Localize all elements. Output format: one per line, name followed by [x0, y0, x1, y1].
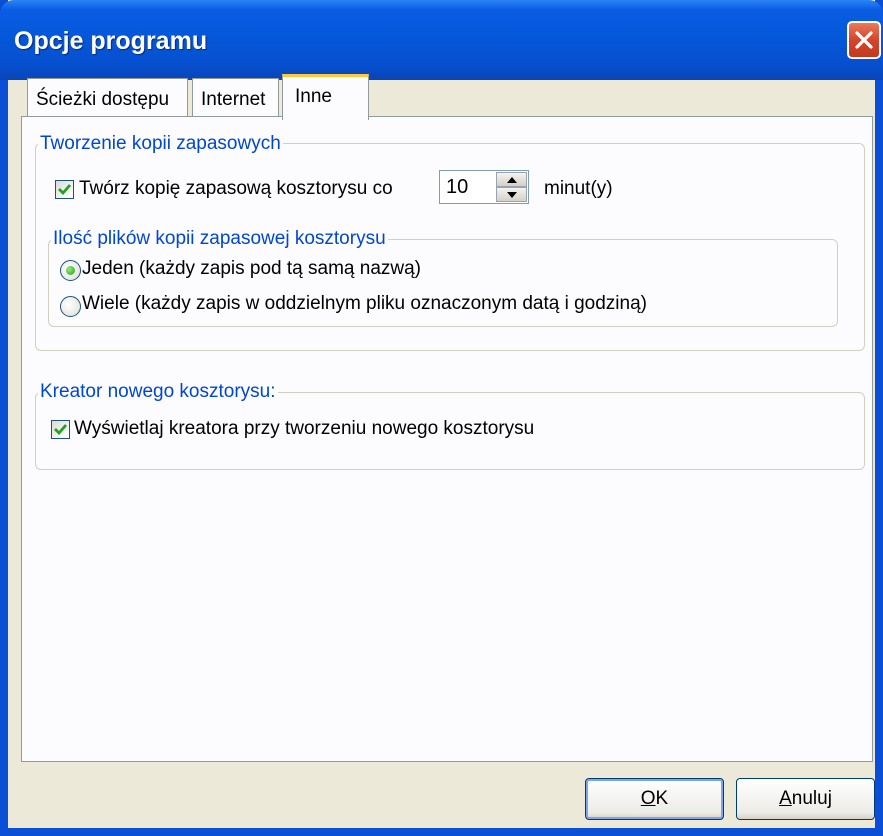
radio-multiple-files-label: Wiele (każdy zapis w oddzielnym pliku oz… [82, 293, 647, 314]
title-bar[interactable]: Opcje programu [0, 0, 883, 80]
radio-multiple-files[interactable] [60, 296, 81, 317]
close-button[interactable] [847, 21, 881, 59]
ok-label-rest: K [655, 788, 669, 809]
tab-inne[interactable]: Inne [282, 74, 369, 120]
backup-checkbox[interactable] [55, 180, 74, 199]
ok-mnemonic: O [640, 788, 656, 809]
ok-button[interactable]: OK [585, 778, 724, 820]
radio-selected-dot [66, 266, 75, 275]
tab-panel-inne: Tworzenie kopii zapasowych Twórz kopię z… [21, 116, 873, 762]
interval-spin-down[interactable] [496, 187, 527, 202]
arrow-up-icon [507, 177, 517, 183]
interval-unit-label: minut(y) [544, 178, 613, 199]
files-count-legend: Ilość plików kopii zapasowej kosztorysu [51, 228, 388, 250]
interval-spin-up[interactable] [496, 172, 527, 187]
backup-checkbox-label: Twórz kopię zapasową kosztorysu co [79, 178, 393, 199]
cancel-label-rest: nuluj [791, 788, 832, 809]
wizard-checkbox[interactable] [51, 420, 70, 439]
wizard-checkbox-label: Wyświetlaj kreatora przy tworzeniu noweg… [74, 418, 535, 439]
arrow-down-icon [507, 192, 517, 198]
tab-label: Internet [201, 89, 266, 110]
tab-internet[interactable]: Internet [192, 78, 279, 118]
tab-label: Ścieżki dostępu [36, 89, 170, 110]
radio-single-file[interactable] [60, 260, 81, 281]
radio-single-file-label: Jeden (każdy zapis pod tą samą nazwą) [82, 258, 422, 279]
wizard-group-legend: Kreator nowego kosztorysu: [38, 381, 278, 403]
window-title: Opcje programu [14, 27, 208, 55]
tab-label: Inne [295, 86, 332, 107]
cancel-mnemonic: A [779, 788, 792, 809]
close-icon [855, 31, 873, 49]
tab-sciezki-dostepu[interactable]: Ścieżki dostępu [27, 78, 188, 118]
cancel-button[interactable]: Anuluj [736, 778, 875, 820]
check-icon [54, 424, 68, 436]
backup-group-legend: Tworzenie kopii zapasowych [38, 133, 283, 155]
check-icon [58, 184, 72, 196]
